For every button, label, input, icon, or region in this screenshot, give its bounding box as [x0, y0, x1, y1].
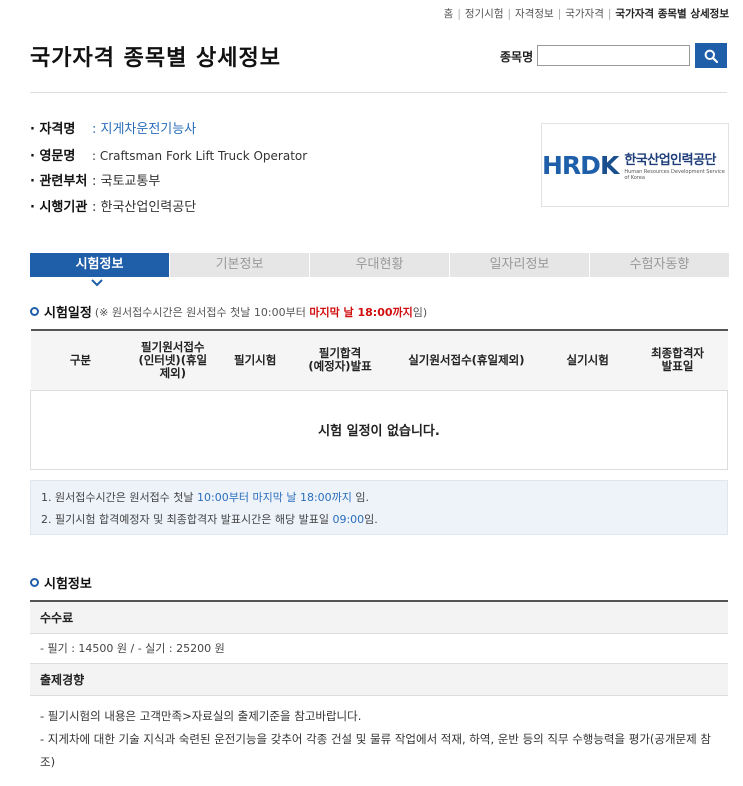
breadcrumb-qualification-info[interactable]: 자격정보 — [515, 8, 554, 20]
schedule-note: (※ 원서접수시간은 원서접수 첫날 10:00부터 마지막 날 18:00까지… — [94, 305, 428, 319]
tab-basic-info[interactable]: 기본정보 — [170, 253, 310, 277]
tab-examinee-trend[interactable]: 수험자동향 — [590, 253, 730, 277]
schedule-title: 시험일정 — [44, 306, 92, 321]
circle-bullet-icon — [30, 307, 39, 316]
col-final-pass: 최종합격자 발표일 — [627, 330, 728, 391]
breadcrumb-national-qualification[interactable]: 국가자격 — [565, 8, 604, 20]
empty-schedule-message: 시험 일정이 없습니다. — [30, 390, 728, 470]
breadcrumb-regular-exam[interactable]: 정기시험 — [465, 8, 504, 20]
col-practical-exam: 실기시험 — [547, 330, 628, 391]
tab-exam-info[interactable]: 시험정보 — [30, 253, 170, 277]
trend-line-2: - 지게차에 대한 기술 지식과 숙련된 운전기능을 갖추어 각종 건설 및 물… — [40, 732, 711, 769]
info-row-english: · 영문명 : Craftsman Fork Lift Truck Operato… — [30, 144, 307, 170]
fee-text: - 필기 : 14500 원 / - 실기 : 25200 원 — [30, 634, 728, 664]
qualification-info: · 자격명 : 지게차운전기능사 · 영문명 : Craftsman Fork Li… — [30, 118, 307, 222]
circle-bullet-icon — [30, 578, 39, 587]
exam-info-table: 수수료 - 필기 : 14500 원 / - 실기 : 25200 원 출제경향… — [30, 600, 728, 783]
col-written-application: 필기원서접수 (인터넷)(휴일 제외) — [130, 330, 216, 391]
chevron-down-icon — [91, 279, 103, 287]
info-row-name: · 자격명 : 지게차운전기능사 — [30, 118, 307, 144]
fee-header: 수수료 — [30, 602, 728, 634]
breadcrumb-current: 국가자격 종목별 상세정보 — [615, 8, 729, 20]
page-title: 국가자격 종목별 상세정보 — [30, 46, 281, 71]
schedule-table: 구분 필기원서접수 (인터넷)(휴일 제외) 필기시험 필기합격 (예정자)발표… — [30, 329, 728, 470]
schedule-heading: 시험일정 (※ 원서접수시간은 원서접수 첫날 10:00부터 마지막 날 18… — [30, 302, 427, 321]
english-name-value: : Craftsman Fork Lift Truck Operator — [92, 149, 308, 163]
english-name-label: · 영문명 — [30, 149, 76, 164]
tab-job-info[interactable]: 일자리정보 — [450, 253, 590, 277]
tab-bar: 시험정보 기본정보 우대현황 일자리정보 수험자동향 — [30, 253, 730, 277]
name-value: : 지게차운전기능사 — [92, 122, 197, 137]
title-divider — [30, 92, 727, 93]
exam-info-title: 시험정보 — [44, 577, 92, 592]
info-row-ministry: · 관련부처 : 국토교통부 — [30, 170, 307, 196]
search-button[interactable] — [695, 43, 727, 68]
note-line-2: 2. 필기시험 합격예정자 및 최종합격자 발표시간은 해당 발표일 09:00… — [41, 513, 378, 526]
logo-mark: HRDK — [542, 150, 619, 180]
name-label: · 자격명 — [30, 122, 76, 137]
hrdk-logo: HRDK 한국산업인력공단 Human Resources Developmen… — [541, 123, 729, 207]
search-icon — [704, 49, 718, 63]
ministry-label: · 관련부처 — [30, 174, 88, 189]
tab-preference[interactable]: 우대현황 — [310, 253, 450, 277]
col-written-exam: 필기시험 — [215, 330, 296, 391]
trend-body: - 필기시험의 내용은 고객만족>자료실의 출제기준을 참고바랍니다. - 지게… — [30, 696, 728, 783]
note-line-1: 1. 원서접수시간은 원서접수 첫날 10:00부터 마지막 날 18:00까지… — [41, 491, 370, 504]
trend-line-1: - 필기시험의 내용은 고객만족>자료실의 출제기준을 참고바랍니다. — [40, 709, 362, 723]
search-input[interactable] — [537, 45, 690, 66]
trend-header: 출제경향 — [30, 664, 728, 696]
schedule-notes: 1. 원서접수시간은 원서접수 첫날 10:00부터 마지막 날 18:00까지… — [30, 480, 728, 535]
logo-english-text: Human Resources Development Service of K… — [624, 169, 725, 181]
info-row-agency: · 시행기관 : 한국산업인력공단 — [30, 196, 307, 222]
logo-korean-text: 한국산업인력공단 — [624, 153, 716, 168]
breadcrumb-home[interactable]: 홈 — [444, 8, 454, 20]
agency-label: · 시행기관 — [30, 200, 88, 215]
col-written-pass: 필기합격 (예정자)발표 — [295, 330, 385, 391]
col-practical-application: 실기원서접수(휴일제외) — [384, 330, 548, 391]
breadcrumb: 홈 | 정기시험 | 자격정보 | 국가자격 | 국가자격 종목별 상세정보 — [443, 8, 729, 20]
exam-info-heading: 시험정보 — [30, 573, 92, 592]
ministry-value: : 국토교통부 — [92, 174, 161, 189]
search-label: 종목명 — [500, 50, 534, 64]
agency-value: : 한국산업인력공단 — [92, 200, 197, 215]
col-category: 구분 — [30, 330, 131, 391]
